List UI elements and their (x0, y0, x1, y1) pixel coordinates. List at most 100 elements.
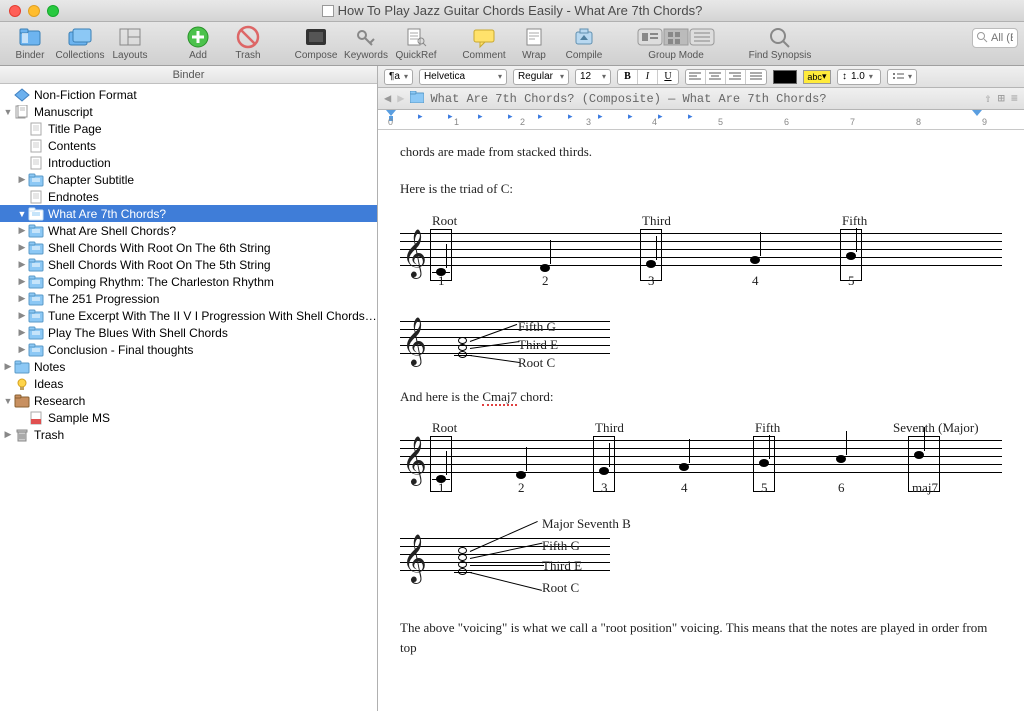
disclosure-triangle-icon[interactable]: ▶ (16, 344, 28, 355)
editor-header-bar: ◀ ▶ What Are 7th Chords? (Composite) — W… (378, 88, 1024, 110)
disclosure-triangle-icon[interactable]: ▶ (16, 310, 28, 321)
tree-item[interactable]: ▶Shell Chords With Root On The 5th Strin… (0, 256, 377, 273)
disclosure-triangle-icon[interactable]: ▶ (16, 276, 28, 287)
tree-item[interactable]: Endnotes (0, 188, 377, 205)
font-size-select[interactable]: 12▾ (575, 69, 611, 85)
font-weight-select[interactable]: Regular▾ (513, 69, 569, 85)
tab-stop-icon[interactable]: ▸ (598, 111, 603, 122)
tree-item[interactable]: Sample MS (0, 409, 377, 426)
document-icon (322, 5, 334, 17)
quickref-button[interactable]: QuickRef (392, 24, 440, 61)
scale-degree: 2 (518, 478, 525, 498)
tree-item[interactable]: ▶Shell Chords With Root On The 6th Strin… (0, 239, 377, 256)
bold-button[interactable]: B (618, 70, 638, 84)
search-box[interactable] (972, 28, 1018, 48)
staff-triad: 𝄞 Root Third Fifth 1 2 3 (400, 213, 1002, 293)
compose-button[interactable]: Compose (292, 24, 340, 61)
tree-item[interactable]: ▼Manuscript (0, 103, 377, 120)
tab-stop-icon[interactable]: ▸ (628, 111, 633, 122)
binder-button[interactable]: Binder (6, 24, 54, 61)
folder-icon (28, 309, 44, 323)
zoom-button[interactable] (47, 5, 59, 17)
align-center-button[interactable] (706, 70, 726, 84)
ruler[interactable]: ▸ ▸ ▸ ▸ ▸ ▸ ▸ ▸ ▸ ▸ 0123456789 (378, 110, 1024, 130)
tree-item[interactable]: ▶Tune Excerpt With The II V I Progressio… (0, 307, 377, 324)
underline-button[interactable]: U (658, 70, 678, 84)
tree-item[interactable]: ▶Comping Rhythm: The Charleston Rhythm (0, 273, 377, 290)
tree-item-label: What Are Shell Chords? (48, 224, 377, 238)
tree-item[interactable]: Contents (0, 137, 377, 154)
keywords-button[interactable]: Keywords (342, 24, 390, 61)
tree-item[interactable]: Non-Fiction Format (0, 86, 377, 103)
trash-button[interactable]: Trash (224, 24, 272, 61)
group-mode-button[interactable]: Group Mode (628, 24, 724, 61)
tree-item[interactable]: Title Page (0, 120, 377, 137)
close-button[interactable] (9, 5, 21, 17)
disclosure-triangle-icon[interactable]: ▶ (2, 361, 14, 372)
tree-item[interactable]: ▶The 251 Progression (0, 290, 377, 307)
align-justify-button[interactable] (746, 70, 766, 84)
minimize-button[interactable] (28, 5, 40, 17)
scale-degree: 1 (438, 271, 445, 291)
nav-back-button[interactable]: ◀ (384, 91, 391, 106)
folder-icon (28, 258, 44, 272)
tab-stop-icon[interactable]: ▸ (568, 111, 573, 122)
toolbar-label: Comment (462, 50, 505, 61)
disclosure-triangle-icon[interactable]: ▶ (2, 429, 14, 440)
header-up-icon[interactable]: ⇧ (984, 91, 991, 106)
add-button[interactable]: Add (174, 24, 222, 61)
header-menu-icon[interactable]: ≡ (1011, 92, 1018, 106)
nav-forward-button[interactable]: ▶ (397, 91, 404, 106)
tab-stop-icon[interactable]: ▸ (538, 111, 543, 122)
align-left-button[interactable] (686, 70, 706, 84)
tab-stop-icon[interactable]: ▸ (478, 111, 483, 122)
align-group (685, 69, 767, 85)
tab-stop-icon[interactable]: ▸ (418, 111, 423, 122)
italic-button[interactable]: I (638, 70, 658, 84)
find-synopsis-button[interactable]: Find Synopsis (744, 24, 816, 61)
disclosure-triangle-icon[interactable]: ▶ (16, 225, 28, 236)
ruler-right-marker[interactable] (972, 110, 982, 120)
window-title-text: How To Play Jazz Guitar Chords Easily - … (338, 3, 703, 18)
binder-tree[interactable]: Non-Fiction Format▼ManuscriptTitle PageC… (0, 84, 377, 711)
disclosure-triangle-icon[interactable]: ▶ (16, 242, 28, 253)
tree-item[interactable]: ▶Trash (0, 426, 377, 443)
tab-stop-icon[interactable]: ▸ (508, 111, 513, 122)
align-right-button[interactable] (726, 70, 746, 84)
highlight-button[interactable]: abc▾ (803, 70, 831, 84)
tree-item[interactable]: ▶Chapter Subtitle (0, 171, 377, 188)
disclosure-triangle-icon[interactable]: ▼ (2, 396, 14, 406)
tab-stop-icon[interactable]: ▸ (658, 111, 663, 122)
font-select[interactable]: Helvetica▾ (419, 69, 507, 85)
wrap-button[interactable]: Wrap (510, 24, 558, 61)
line-spacing-select[interactable]: ↕1.0▾ (837, 69, 881, 85)
template-icon (14, 88, 30, 102)
tab-stop-icon[interactable]: ▸ (448, 111, 453, 122)
collections-button[interactable]: Collections (56, 24, 104, 61)
folder-plain-icon (14, 360, 30, 374)
disclosure-triangle-icon[interactable]: ▼ (2, 107, 14, 117)
disclosure-triangle-icon[interactable]: ▶ (16, 259, 28, 270)
tree-item[interactable]: ▼What Are 7th Chords? (0, 205, 377, 222)
tree-item[interactable]: Introduction (0, 154, 377, 171)
comment-button[interactable]: Comment (460, 24, 508, 61)
toolbar-label: Group Mode (648, 50, 704, 61)
disclosure-triangle-icon[interactable]: ▼ (16, 209, 28, 219)
disclosure-triangle-icon[interactable]: ▶ (16, 174, 28, 185)
disclosure-triangle-icon[interactable]: ▶ (16, 327, 28, 338)
tree-item[interactable]: ▼Research (0, 392, 377, 409)
tree-item[interactable]: ▶Play The Blues With Shell Chords (0, 324, 377, 341)
disclosure-triangle-icon[interactable]: ▶ (16, 293, 28, 304)
tree-item[interactable]: ▶Notes (0, 358, 377, 375)
compile-button[interactable]: Compile (560, 24, 608, 61)
tree-item[interactable]: ▶Conclusion - Final thoughts (0, 341, 377, 358)
layouts-button[interactable]: Layouts (106, 24, 154, 61)
text-color-swatch[interactable] (773, 70, 797, 84)
list-button[interactable]: ▾ (887, 69, 917, 85)
paragraph-style-select[interactable]: ¶a▾ (384, 69, 413, 85)
tree-item[interactable]: ▶ What Are Shell Chords? (0, 222, 377, 239)
document-editor[interactable]: chords are made from stacked thirds. Her… (378, 130, 1024, 711)
tree-item[interactable]: Ideas (0, 375, 377, 392)
header-split-icon[interactable]: ⊞ (998, 91, 1005, 106)
tab-stop-icon[interactable]: ▸ (688, 111, 693, 122)
